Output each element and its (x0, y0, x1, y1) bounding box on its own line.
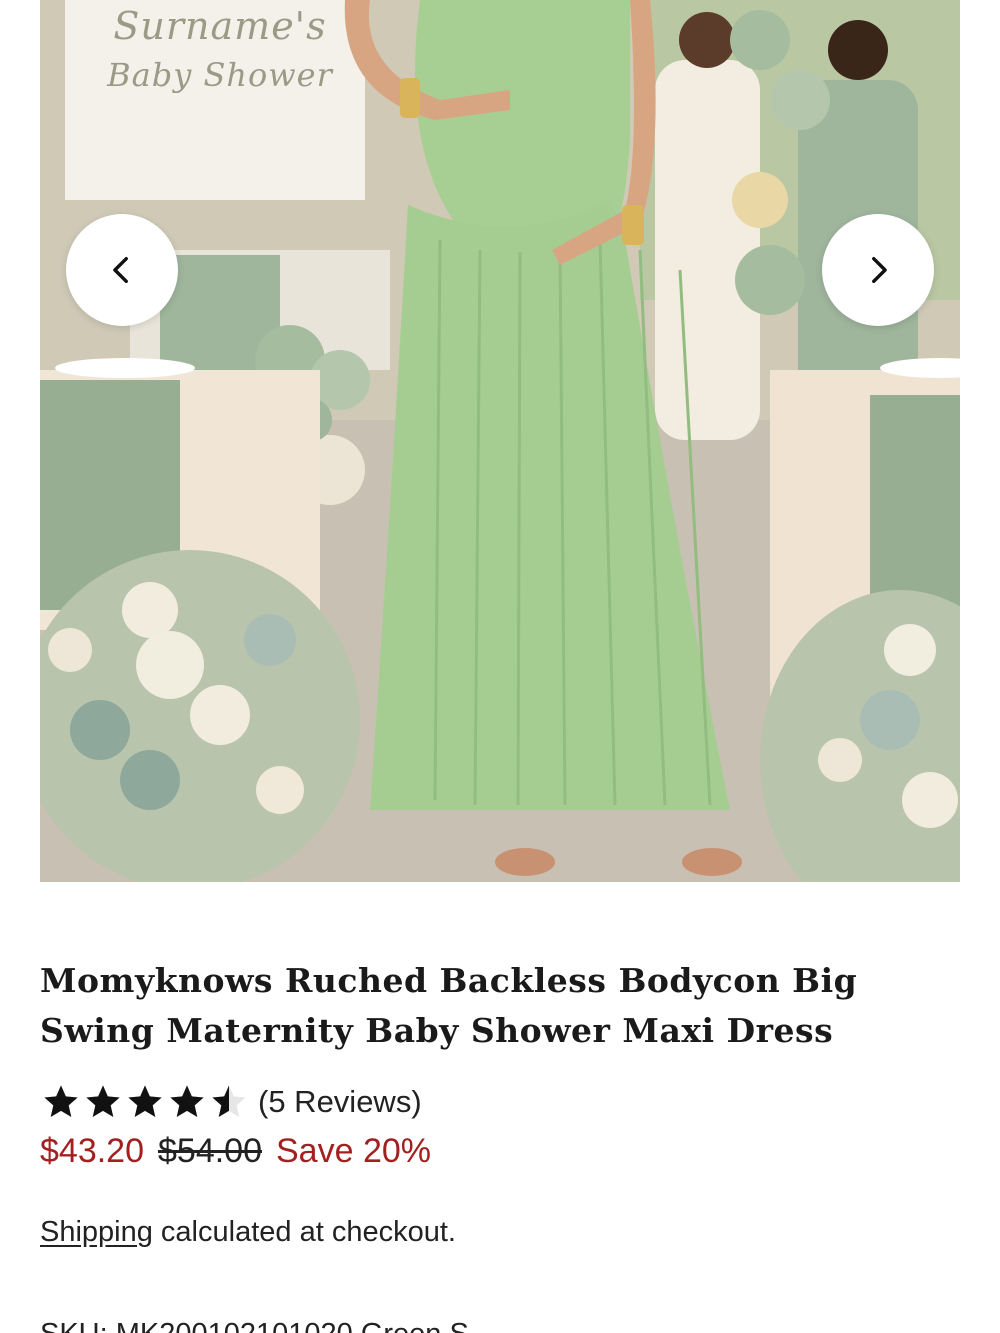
sku-text: SKU: MK200102101020 Green S (40, 1318, 469, 1333)
product-page: Surname's Baby Shower Momyknows Ruched B… (0, 0, 1000, 1333)
product-image-gallery[interactable]: Surname's Baby Shower (40, 0, 960, 882)
star-rating (40, 1082, 250, 1122)
star-icon (128, 1085, 162, 1117)
previous-image-button[interactable] (66, 214, 178, 326)
price-row: $43.20 $54.00 Save 20% (40, 1128, 431, 1174)
sale-price: $43.20 (40, 1131, 144, 1170)
chevron-left-icon (113, 256, 128, 284)
star-icon (44, 1085, 78, 1117)
shipping-note: Shipping calculated at checkout. (40, 1216, 456, 1249)
star-icon (212, 1085, 246, 1117)
shipping-link[interactable]: Shipping (40, 1216, 153, 1248)
compare-price: $54.00 (158, 1131, 262, 1170)
star-icon (170, 1085, 204, 1117)
star-icon (86, 1085, 120, 1117)
product-photo (40, 0, 960, 882)
shipping-text: calculated at checkout. (152, 1216, 456, 1248)
next-image-button[interactable] (822, 214, 934, 326)
save-badge: Save 20% (276, 1131, 431, 1170)
sign-title: Surname's (113, 4, 327, 48)
reviews-count[interactable]: (5 Reviews) (258, 1084, 422, 1120)
rating-row[interactable]: (5 Reviews) (40, 1080, 422, 1124)
chevron-right-icon (872, 256, 887, 284)
product-title: Momyknows Ruched Backless Bodycon Big Sw… (40, 961, 858, 1050)
sign-subtitle: Baby Shower (107, 56, 333, 94)
